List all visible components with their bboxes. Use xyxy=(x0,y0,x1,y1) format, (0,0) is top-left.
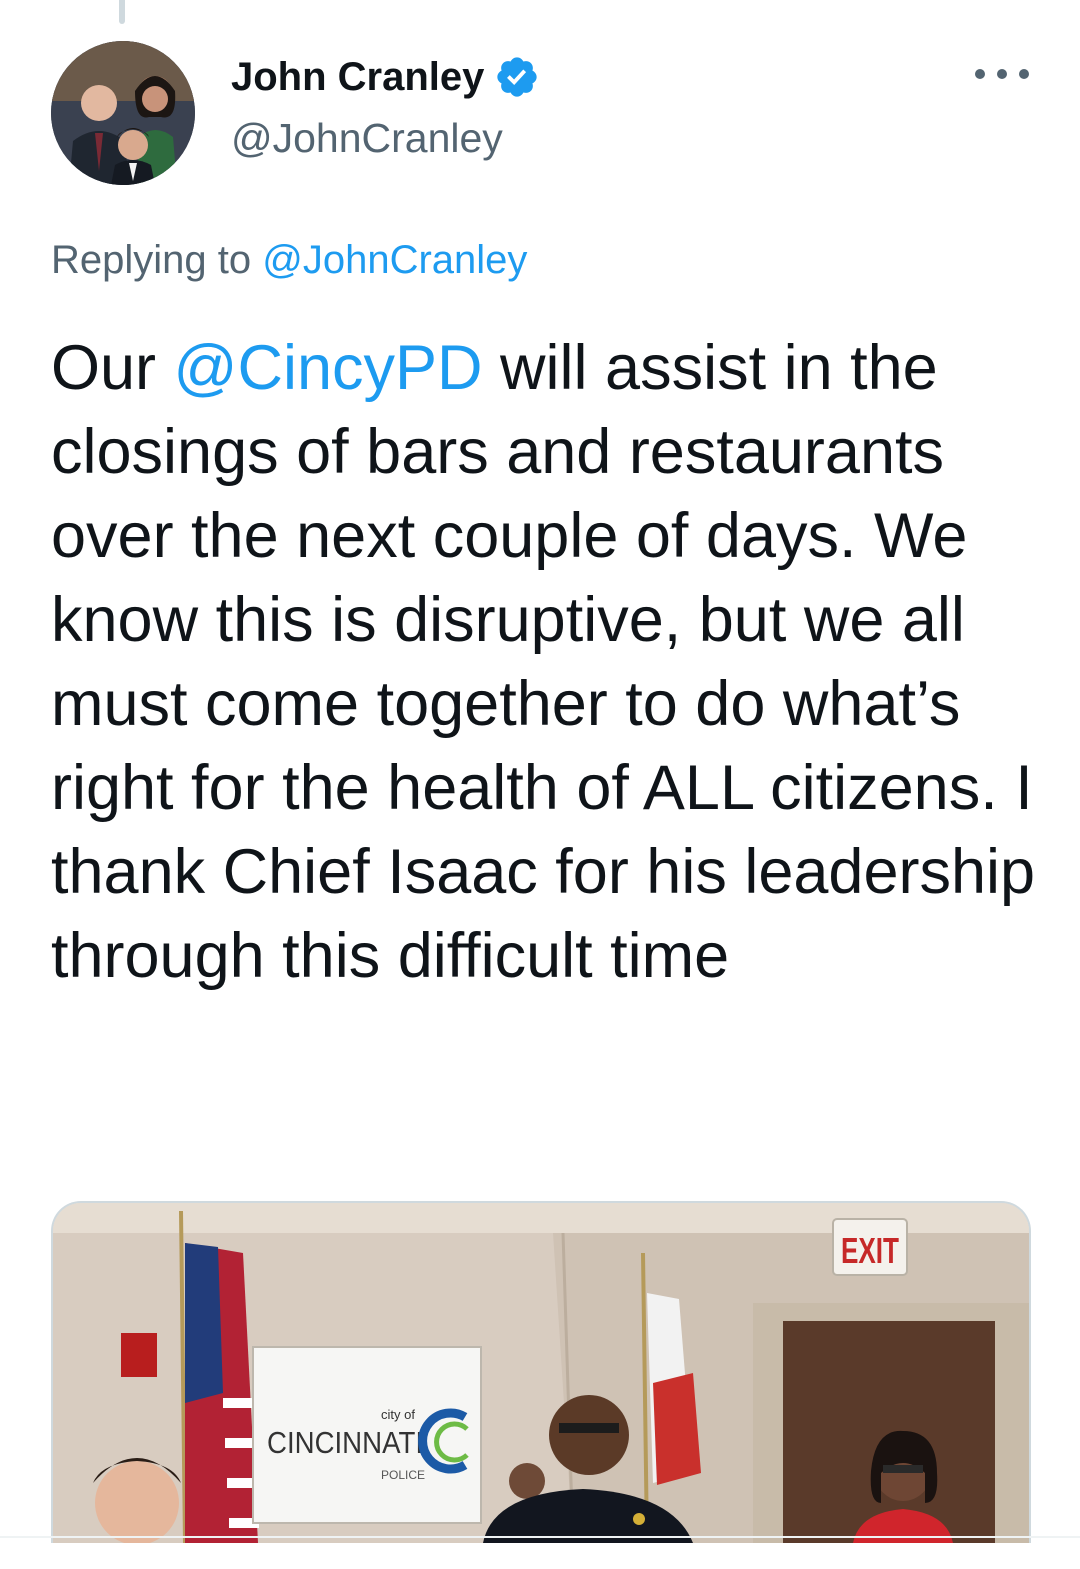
more-dot xyxy=(997,69,1007,79)
press-conference-photo: city of CINCINNATI POLICE EXIT xyxy=(53,1203,1029,1543)
author-avatar[interactable] xyxy=(51,41,195,185)
more-options-icon[interactable] xyxy=(975,62,1029,86)
exit-sign-text: EXIT xyxy=(841,1230,899,1271)
replying-to-mention-link[interactable]: @JohnCranley xyxy=(262,238,527,282)
fire-alarm xyxy=(121,1333,157,1377)
divider xyxy=(0,1536,1080,1538)
author-display-name[interactable]: John Cranley xyxy=(231,54,484,100)
verified-badge-icon xyxy=(497,57,538,97)
doorway xyxy=(783,1321,995,1543)
replying-to-label: Replying to xyxy=(51,238,263,282)
replying-to-line: Replying to @JohnCranley xyxy=(51,236,527,284)
avatar-photo xyxy=(51,41,195,185)
more-dot xyxy=(975,69,985,79)
tweet-mention-link[interactable]: @CincyPD xyxy=(174,333,483,403)
sign-city-of: city of xyxy=(381,1407,415,1422)
tweet-media-photo[interactable]: city of CINCINNATI POLICE EXIT xyxy=(51,1201,1031,1543)
more-dot xyxy=(1019,69,1029,79)
author-display-name-row[interactable]: John Cranley xyxy=(231,54,540,100)
sign-name: CINCINNATI xyxy=(267,1425,423,1460)
tweet-text-after: will assist in the closings of bars and … xyxy=(51,333,1036,991)
person-left xyxy=(95,1461,179,1543)
tweet-text: Our @CincyPD will assist in the closings… xyxy=(51,326,1041,998)
tweet-text-before: Our xyxy=(51,333,174,403)
sign-sub: POLICE xyxy=(381,1468,425,1482)
author-handle[interactable]: @JohnCranley xyxy=(231,114,503,162)
thread-connector-line xyxy=(119,0,125,24)
